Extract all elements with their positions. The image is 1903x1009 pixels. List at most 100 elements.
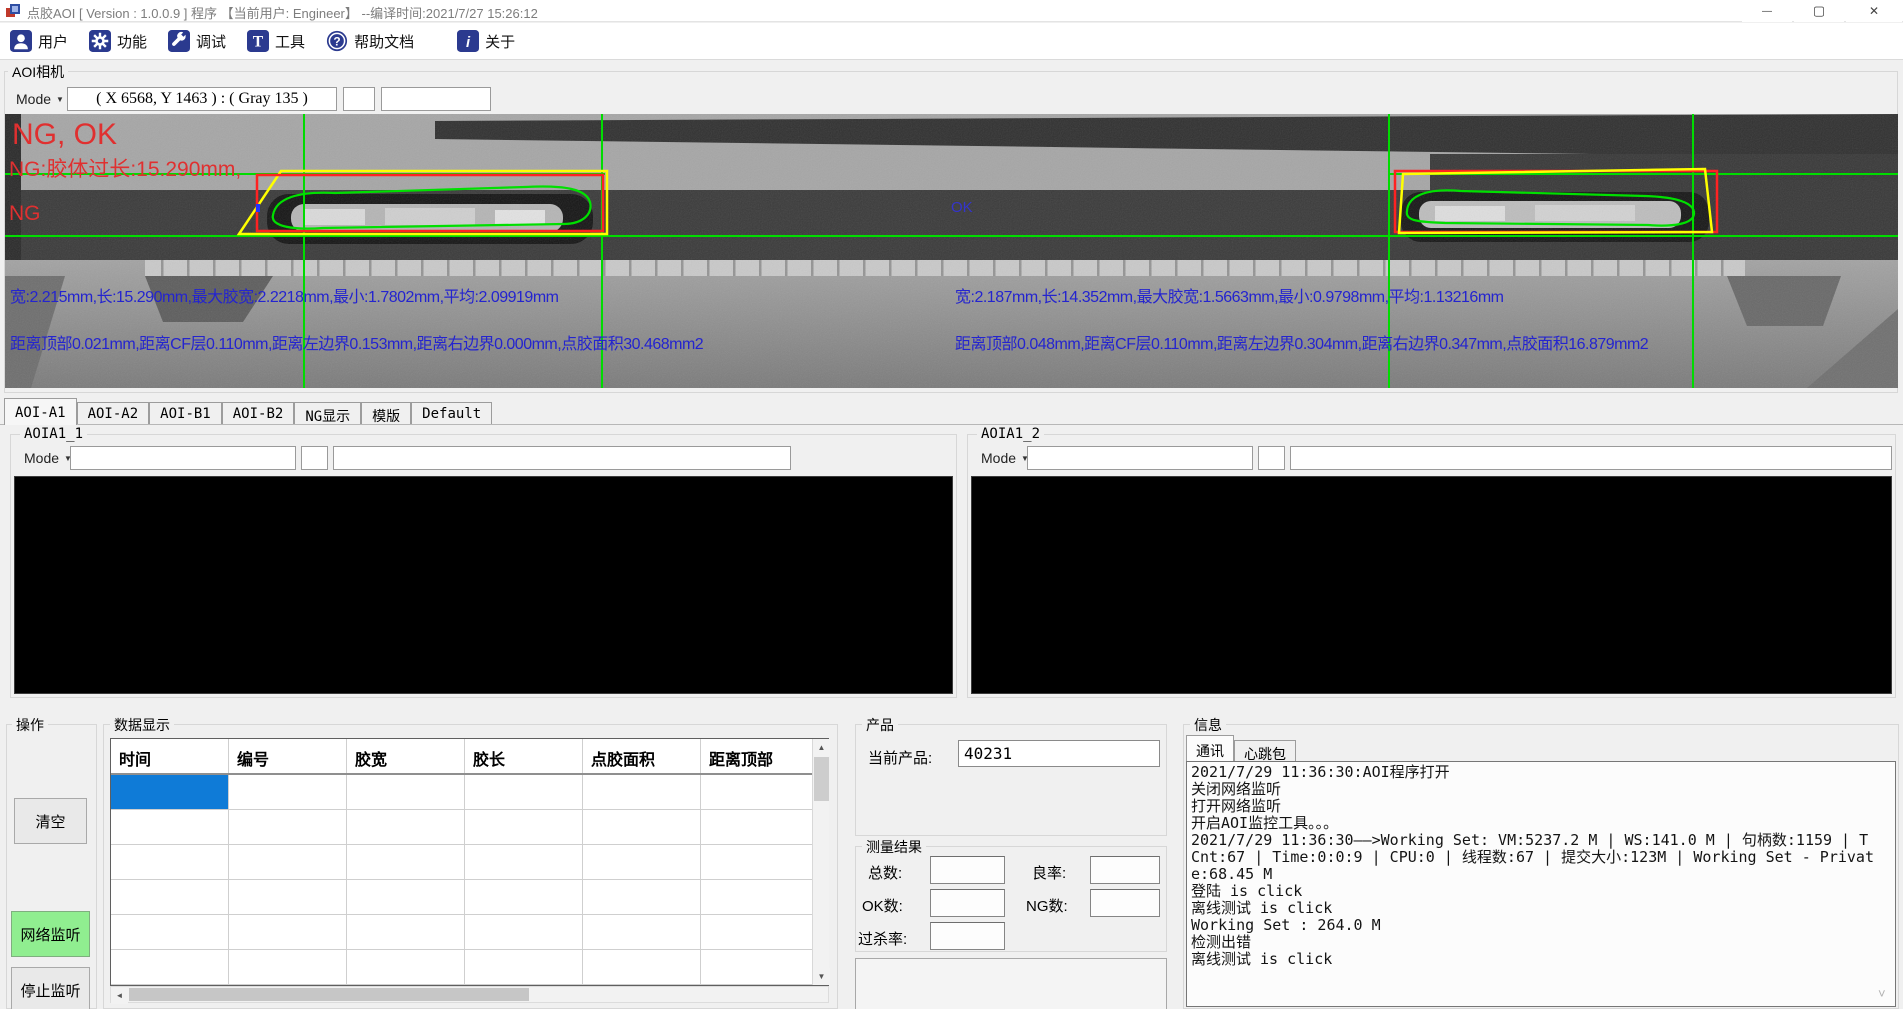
window-title: 点胶AOI [ Version : 1.0.0.9 ] 程序 【当前用户: En… <box>27 3 538 22</box>
sub-panel-1-field-2[interactable] <box>301 446 328 470</box>
toolbar-item-label: 工具 <box>275 31 305 52</box>
table-cell[interactable] <box>111 880 229 914</box>
toolbar-item-help[interactable]: ?帮助文档 <box>322 28 418 54</box>
log-line: 离线测试 is click <box>1191 900 1879 917</box>
scroll-left-icon[interactable] <box>111 987 128 1004</box>
table-cell[interactable] <box>347 880 465 914</box>
sub-panel-1-mode-dropdown[interactable]: Mode ▼ <box>18 446 68 470</box>
maximize-button[interactable] <box>1794 0 1844 22</box>
toolbar-item-debug[interactable]: 调试 <box>164 28 230 54</box>
view-tab-default[interactable]: Default <box>411 402 492 424</box>
table-cell[interactable] <box>465 915 583 949</box>
table-vertical-scrollbar[interactable] <box>812 739 829 985</box>
camera-aux-field-2[interactable] <box>381 87 491 111</box>
table-cell[interactable] <box>583 880 701 914</box>
toolbar-item-about[interactable]: i关于 <box>453 28 519 54</box>
log-line: 开启AOI监控工具。。。 <box>1191 815 1879 832</box>
current-product-input[interactable]: 40231 <box>958 740 1160 767</box>
info-tab-heartbeat[interactable]: 心跳包 <box>1234 740 1296 761</box>
table-cell[interactable] <box>583 810 701 844</box>
toolbar-item-user[interactable]: 用户 <box>6 28 72 54</box>
table-cell[interactable] <box>229 950 347 984</box>
stop-listen-button[interactable]: 停止监听 <box>11 967 90 1009</box>
camera-aux-field-1[interactable] <box>343 87 375 111</box>
gear-icon <box>89 30 111 52</box>
table-cell[interactable] <box>229 845 347 879</box>
table-cell[interactable] <box>347 845 465 879</box>
sub-panel-1-field-1[interactable] <box>70 446 296 470</box>
camera-mode-dropdown[interactable]: Mode ▼ <box>10 87 64 111</box>
table-cell[interactable] <box>229 915 347 949</box>
table-cell[interactable] <box>229 810 347 844</box>
measure-text-right-2: 距离顶部0.048mm,距离CF层0.110mm,距离左边界0.304mm,距离… <box>955 337 1648 354</box>
measure-value-yield <box>1090 856 1160 884</box>
clear-button[interactable]: 清空 <box>14 798 87 844</box>
measure-label-ng-count: NG数: <box>1026 895 1068 916</box>
table-cell[interactable] <box>347 915 465 949</box>
table-cell[interactable] <box>701 810 813 844</box>
sub-panel-2-mode-dropdown[interactable]: Mode ▼ <box>975 446 1025 470</box>
table-cell[interactable] <box>465 950 583 984</box>
toolbar-item-tools[interactable]: T工具 <box>243 28 309 54</box>
measure-label-yield: 良率: <box>1032 862 1066 883</box>
table-cell[interactable] <box>347 950 465 984</box>
view-tab-aoi-b1[interactable]: AOI-B1 <box>149 402 222 424</box>
table-cell[interactable] <box>111 950 229 984</box>
table-cell[interactable] <box>465 810 583 844</box>
table-row <box>111 845 828 880</box>
sub-panel-2-field-3[interactable] <box>1290 446 1892 470</box>
close-button[interactable] <box>1846 0 1902 22</box>
log-line: 检测出错 <box>1191 934 1879 951</box>
table-cell[interactable] <box>583 775 701 809</box>
view-tab-template[interactable]: 模版 <box>361 402 411 424</box>
sub-panel-1-label: AOIA1_1 <box>20 426 87 442</box>
measurement-group-label: 测量结果 <box>862 837 926 857</box>
scroll-up-icon[interactable] <box>813 739 830 756</box>
table-cell[interactable] <box>465 775 583 809</box>
horizontal-scroll-thumb[interactable] <box>129 988 529 1001</box>
table-cell[interactable] <box>347 810 465 844</box>
table-cell[interactable] <box>583 915 701 949</box>
camera-image-view[interactable]: NG, OK NG:胶体过长:15.290mm, NG OK 宽:2.215mm… <box>5 114 1898 388</box>
log-scroll-down-icon[interactable]: ˅ <box>1878 986 1886 1001</box>
table-cell[interactable] <box>111 915 229 949</box>
toolbar-item-label: 功能 <box>117 31 147 52</box>
scroll-down-icon[interactable] <box>813 968 830 985</box>
sub-panel-2-field-1[interactable] <box>1027 446 1253 470</box>
view-tab-aoi-a1[interactable]: AOI-A1 <box>4 398 77 425</box>
toolbar-item-function[interactable]: 功能 <box>85 28 151 54</box>
table-row <box>111 775 828 810</box>
info-icon: i <box>457 30 479 52</box>
table-row <box>111 880 828 915</box>
measure-text-left-2: 距离顶部0.021mm,距离CF层0.110mm,距离左边界0.153mm,距离… <box>10 337 703 354</box>
toolbar-item-label: 调试 <box>196 31 226 52</box>
communication-log[interactable]: 2021/7/29 11:36:30:AOI程序打开关闭网络监听打开网络监听开启… <box>1186 761 1896 1007</box>
table-cell[interactable] <box>347 775 465 809</box>
table-cell[interactable] <box>701 915 813 949</box>
log-line: 2021/7/29 11:36:30——>Working Set: VM:523… <box>1191 832 1879 883</box>
table-cell[interactable] <box>701 775 813 809</box>
table-horizontal-scrollbar[interactable] <box>110 986 829 1003</box>
table-cell[interactable] <box>111 775 229 809</box>
view-tab-aoi-b2[interactable]: AOI-B2 <box>222 402 295 424</box>
table-cell[interactable] <box>465 880 583 914</box>
table-cell[interactable] <box>583 845 701 879</box>
toolbar: 用户 功能 调试 T工具 ?帮助文档 i关于 <box>0 23 1903 60</box>
minimize-button[interactable] <box>1742 0 1792 22</box>
table-cell[interactable] <box>465 845 583 879</box>
table-cell[interactable] <box>111 845 229 879</box>
network-listen-button[interactable]: 网络监听 <box>11 911 90 957</box>
table-cell[interactable] <box>701 950 813 984</box>
info-tab-comm[interactable]: 通讯 <box>1186 735 1234 761</box>
table-cell[interactable] <box>229 775 347 809</box>
view-tab-ng-display[interactable]: NG显示 <box>294 402 361 424</box>
vertical-scroll-thumb[interactable] <box>814 757 829 801</box>
table-cell[interactable] <box>229 880 347 914</box>
table-cell[interactable] <box>111 810 229 844</box>
view-tab-aoi-a2[interactable]: AOI-A2 <box>77 402 150 424</box>
table-cell[interactable] <box>583 950 701 984</box>
table-cell[interactable] <box>701 845 813 879</box>
sub-panel-1-field-3[interactable] <box>333 446 791 470</box>
sub-panel-2-field-2[interactable] <box>1258 446 1285 470</box>
table-cell[interactable] <box>701 880 813 914</box>
